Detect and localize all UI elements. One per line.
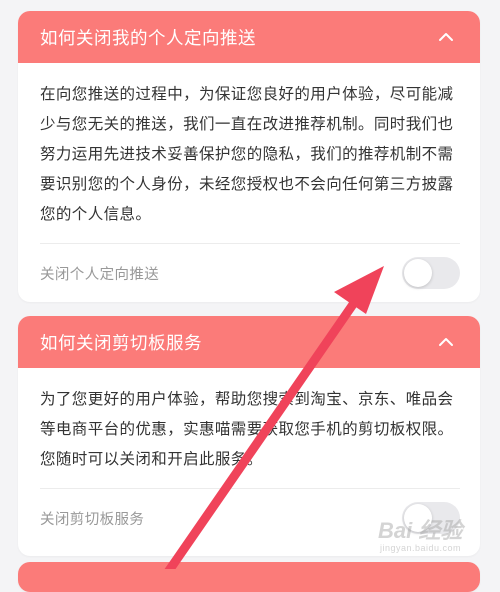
clipboard-service-description: 为了您更好的用户体验，帮助您搜索到淘宝、京东、唯品会等电商平台的优惠，实惠喵需要… — [40, 390, 454, 468]
personal-push-toggle-switch[interactable] — [402, 257, 460, 289]
clipboard-service-card-title: 如何关闭剪切板服务 — [40, 333, 202, 354]
personal-push-card-header[interactable]: 如何关闭我的个人定向推送 — [18, 11, 480, 63]
personal-push-card: 如何关闭我的个人定向推送 在向您推送的过程中，为保证您良好的用户体验，尽可能减少… — [18, 11, 480, 302]
baidu-jingyan-watermark: Bai 经验 jingyan.baidu.com — [374, 511, 486, 555]
watermark-main-text: Bai 经验 — [378, 518, 463, 543]
personal-push-card-body: 在向您推送的过程中，为保证您良好的用户体验，尽可能减少与您无关的推送，我们一直在… — [18, 63, 480, 302]
personal-push-card-title: 如何关闭我的个人定向推送 — [40, 28, 256, 49]
chevron-up-icon[interactable] — [434, 330, 458, 354]
next-card-header-partial[interactable] — [18, 562, 480, 592]
personal-push-description: 在向您推送的过程中，为保证您良好的用户体验，尽可能减少与您无关的推送，我们一直在… — [40, 85, 454, 223]
clipboard-service-toggle-label: 关闭剪切板服务 — [40, 511, 145, 528]
personal-push-toggle-row: 关闭个人定向推送 — [40, 244, 460, 302]
chevron-up-icon[interactable] — [434, 25, 458, 49]
clipboard-service-card-header[interactable]: 如何关闭剪切板服务 — [18, 316, 480, 368]
watermark-sub-text: jingyan.baidu.com — [380, 543, 462, 553]
toggle-knob — [404, 259, 432, 287]
personal-push-toggle-label: 关闭个人定向推送 — [40, 266, 160, 283]
